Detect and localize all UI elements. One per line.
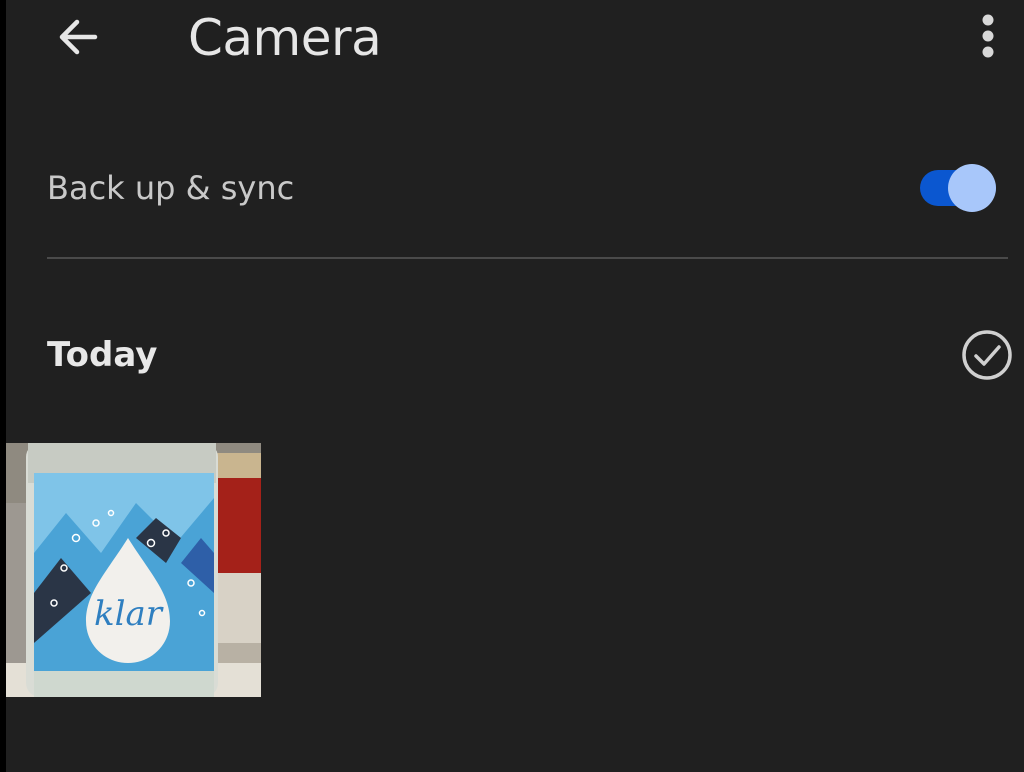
select-all-button[interactable] (958, 326, 1016, 384)
bottle-photo: klar (6, 443, 261, 697)
photo-thumbnail[interactable]: klar (6, 443, 261, 697)
backup-sync-toggle[interactable] (918, 164, 1000, 212)
toggle-thumb (948, 164, 996, 212)
date-section-title: Today (47, 335, 158, 375)
more-vert-icon (982, 14, 994, 58)
album-screen: Camera Back up & sync Today klar (0, 0, 1024, 772)
divider (47, 257, 1008, 259)
backup-sync-label: Back up & sync (47, 169, 295, 207)
page-title: Camera (188, 9, 382, 67)
date-section-header: Today (0, 320, 1024, 390)
backup-sync-row[interactable]: Back up & sync (0, 150, 1024, 230)
more-options-button[interactable] (968, 10, 1008, 62)
photo-label-text: klar (94, 594, 164, 634)
arrow-back-icon (59, 19, 98, 55)
back-button[interactable] (50, 12, 104, 62)
check-circle-icon (962, 330, 1012, 380)
app-bar: Camera (0, 0, 1024, 80)
